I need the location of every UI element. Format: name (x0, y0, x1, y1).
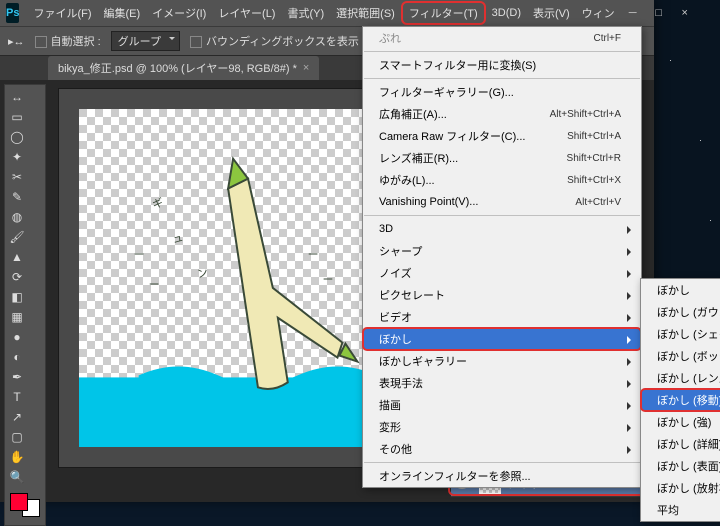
maximize-button[interactable]: □ (647, 4, 671, 22)
close-tab-icon[interactable]: × (303, 62, 309, 74)
history-tool[interactable]: ⟳ (8, 268, 26, 286)
menubar: Ps ファイル(F) 編集(E) イメージ(I) レイヤー(L) 書式(Y) 選… (0, 0, 654, 26)
menu-lens-correction[interactable]: レンズ補正(R)...Shift+Ctrl+R (363, 147, 641, 169)
move-tool-icon: ▸↔ (8, 35, 25, 48)
menu-video[interactable]: ビデオ (363, 306, 641, 328)
submenu-motion-blur[interactable]: ぼかし (移動)... (641, 389, 720, 411)
menu-3d[interactable]: 3D (363, 218, 641, 240)
heal-tool[interactable]: ◍ (8, 208, 26, 226)
color-swatches[interactable] (8, 491, 42, 519)
menu-noise[interactable]: ノイズ (363, 262, 641, 284)
menu-convert-smart[interactable]: スマートフィルター用に変換(S) (363, 54, 641, 76)
submenu-box-blur[interactable]: ぼかし (ボックス)... (641, 345, 720, 367)
shape-tool[interactable]: ▢ (8, 428, 26, 446)
menu-file[interactable]: ファイル(F) (27, 1, 97, 25)
submenu-surface-blur[interactable]: ぼかし (表面)... (641, 455, 720, 477)
svg-text:ー: ー (149, 279, 160, 291)
blur-submenu: ぼかし ぼかし (ガウス)... ぼかし (シェイプ)... ぼかし (ボックス… (640, 278, 720, 522)
menu-filter[interactable]: フィルター(T) (401, 1, 486, 25)
menu-browse-online[interactable]: オンラインフィルターを参照... (363, 465, 641, 487)
menu-layer[interactable]: レイヤー(L) (212, 1, 281, 25)
eyedropper-tool[interactable]: ✎ (8, 188, 26, 206)
marquee-tool[interactable]: ▭ (8, 108, 26, 126)
submenu-blur-more[interactable]: ぼかし (強) (641, 411, 720, 433)
submenu-gaussian-blur[interactable]: ぼかし (ガウス)... (641, 301, 720, 323)
submenu-radial-blur[interactable]: ぼかし (放射状)... (641, 477, 720, 499)
tools-panel: ↔ ▭ ◯ ✦ ✂ ✎ ◍ 🖌 ▲ ⟳ ◧ ▦ ● ◐ ✒ T ↗ ▢ ✋ 🔍 (4, 84, 46, 526)
path-tool[interactable]: ↗ (8, 408, 26, 426)
svg-text:ン: ン (196, 266, 210, 280)
auto-select-checkbox[interactable]: 自動選択 : (35, 33, 101, 49)
menu-vanishing-point[interactable]: Vanishing Point(V)...Alt+Ctrl+V (363, 191, 641, 213)
zoom-tool[interactable]: 🔍 (8, 468, 26, 486)
menu-sharpen[interactable]: シャープ (363, 240, 641, 262)
menu-type[interactable]: 書式(Y) (281, 1, 330, 25)
submenu-shape-blur[interactable]: ぼかし (シェイプ)... (641, 323, 720, 345)
submenu-smart-blur[interactable]: ぼかし (詳細)... (641, 433, 720, 455)
svg-text:ー: ー (134, 249, 145, 261)
menu-image[interactable]: イメージ(I) (146, 1, 212, 25)
document-tab[interactable]: bikya_修正.psd @ 100% (レイヤー98, RGB/8#) * × (48, 56, 319, 80)
auto-select-dropdown[interactable]: グループ (111, 31, 180, 51)
eraser-tool[interactable]: ◧ (8, 288, 26, 306)
document-tab-title: bikya_修正.psd @ 100% (レイヤー98, RGB/8#) * (58, 60, 297, 76)
submenu-lens-blur[interactable]: ぼかし (レンズ)... (641, 367, 720, 389)
menu-blur-gallery[interactable]: ぼかしギャラリー (363, 350, 641, 372)
svg-text:ュ: ュ (171, 232, 185, 246)
menu-edit[interactable]: 編集(E) (98, 1, 147, 25)
pen-tool[interactable]: ✒ (8, 368, 26, 386)
lasso-tool[interactable]: ◯ (8, 128, 26, 146)
stamp-tool[interactable]: ▲ (8, 248, 26, 266)
brush-tool[interactable]: 🖌 (8, 228, 26, 246)
filter-menu-dropdown: ぷれCtrl+F スマートフィルター用に変換(S) フィルターギャラリー(G).… (362, 26, 642, 488)
menu-render[interactable]: 描画 (363, 394, 641, 416)
menu-liquify[interactable]: ゆがみ(L)...Shift+Ctrl+X (363, 169, 641, 191)
bbox-checkbox[interactable]: バウンディングボックスを表示 (190, 33, 359, 49)
blur-tool[interactable]: ● (8, 328, 26, 346)
crop-tool[interactable]: ✂ (8, 168, 26, 186)
menu-adaptive-wide[interactable]: 広角補正(A)...Alt+Shift+Ctrl+A (363, 103, 641, 125)
hand-tool[interactable]: ✋ (8, 448, 26, 466)
menu-other[interactable]: その他 (363, 438, 641, 460)
dodge-tool[interactable]: ◐ (8, 348, 26, 366)
wand-tool[interactable]: ✦ (8, 148, 26, 166)
minimize-button[interactable]: ─ (621, 4, 645, 22)
menu-window[interactable]: ウィン (576, 1, 621, 25)
menu-blur[interactable]: ぼかし (363, 328, 641, 350)
menu-camera-raw[interactable]: Camera Raw フィルター(C)...Shift+Ctrl+A (363, 125, 641, 147)
menu-view[interactable]: 表示(V) (527, 1, 576, 25)
submenu-blur[interactable]: ぼかし (641, 279, 720, 301)
ps-logo[interactable]: Ps (6, 3, 19, 23)
svg-text:ー: ー (323, 274, 334, 286)
svg-text:ー: ー (308, 249, 319, 261)
type-tool[interactable]: T (8, 388, 26, 406)
menu-filter-gallery[interactable]: フィルターギャラリー(G)... (363, 81, 641, 103)
menu-stylize[interactable]: 表現手法 (363, 372, 641, 394)
move-tool[interactable]: ↔ (8, 88, 26, 106)
menu-select[interactable]: 選択範囲(S) (330, 1, 401, 25)
menu-3d[interactable]: 3D(D) (486, 3, 527, 23)
svg-text:ギ: ギ (151, 196, 165, 211)
menu-pixelate[interactable]: ピクセレート (363, 284, 641, 306)
gradient-tool[interactable]: ▦ (8, 308, 26, 326)
menu-last-filter: ぷれCtrl+F (363, 27, 641, 49)
submenu-average[interactable]: 平均 (641, 499, 720, 521)
menu-distort[interactable]: 変形 (363, 416, 641, 438)
close-button[interactable]: × (673, 4, 697, 22)
